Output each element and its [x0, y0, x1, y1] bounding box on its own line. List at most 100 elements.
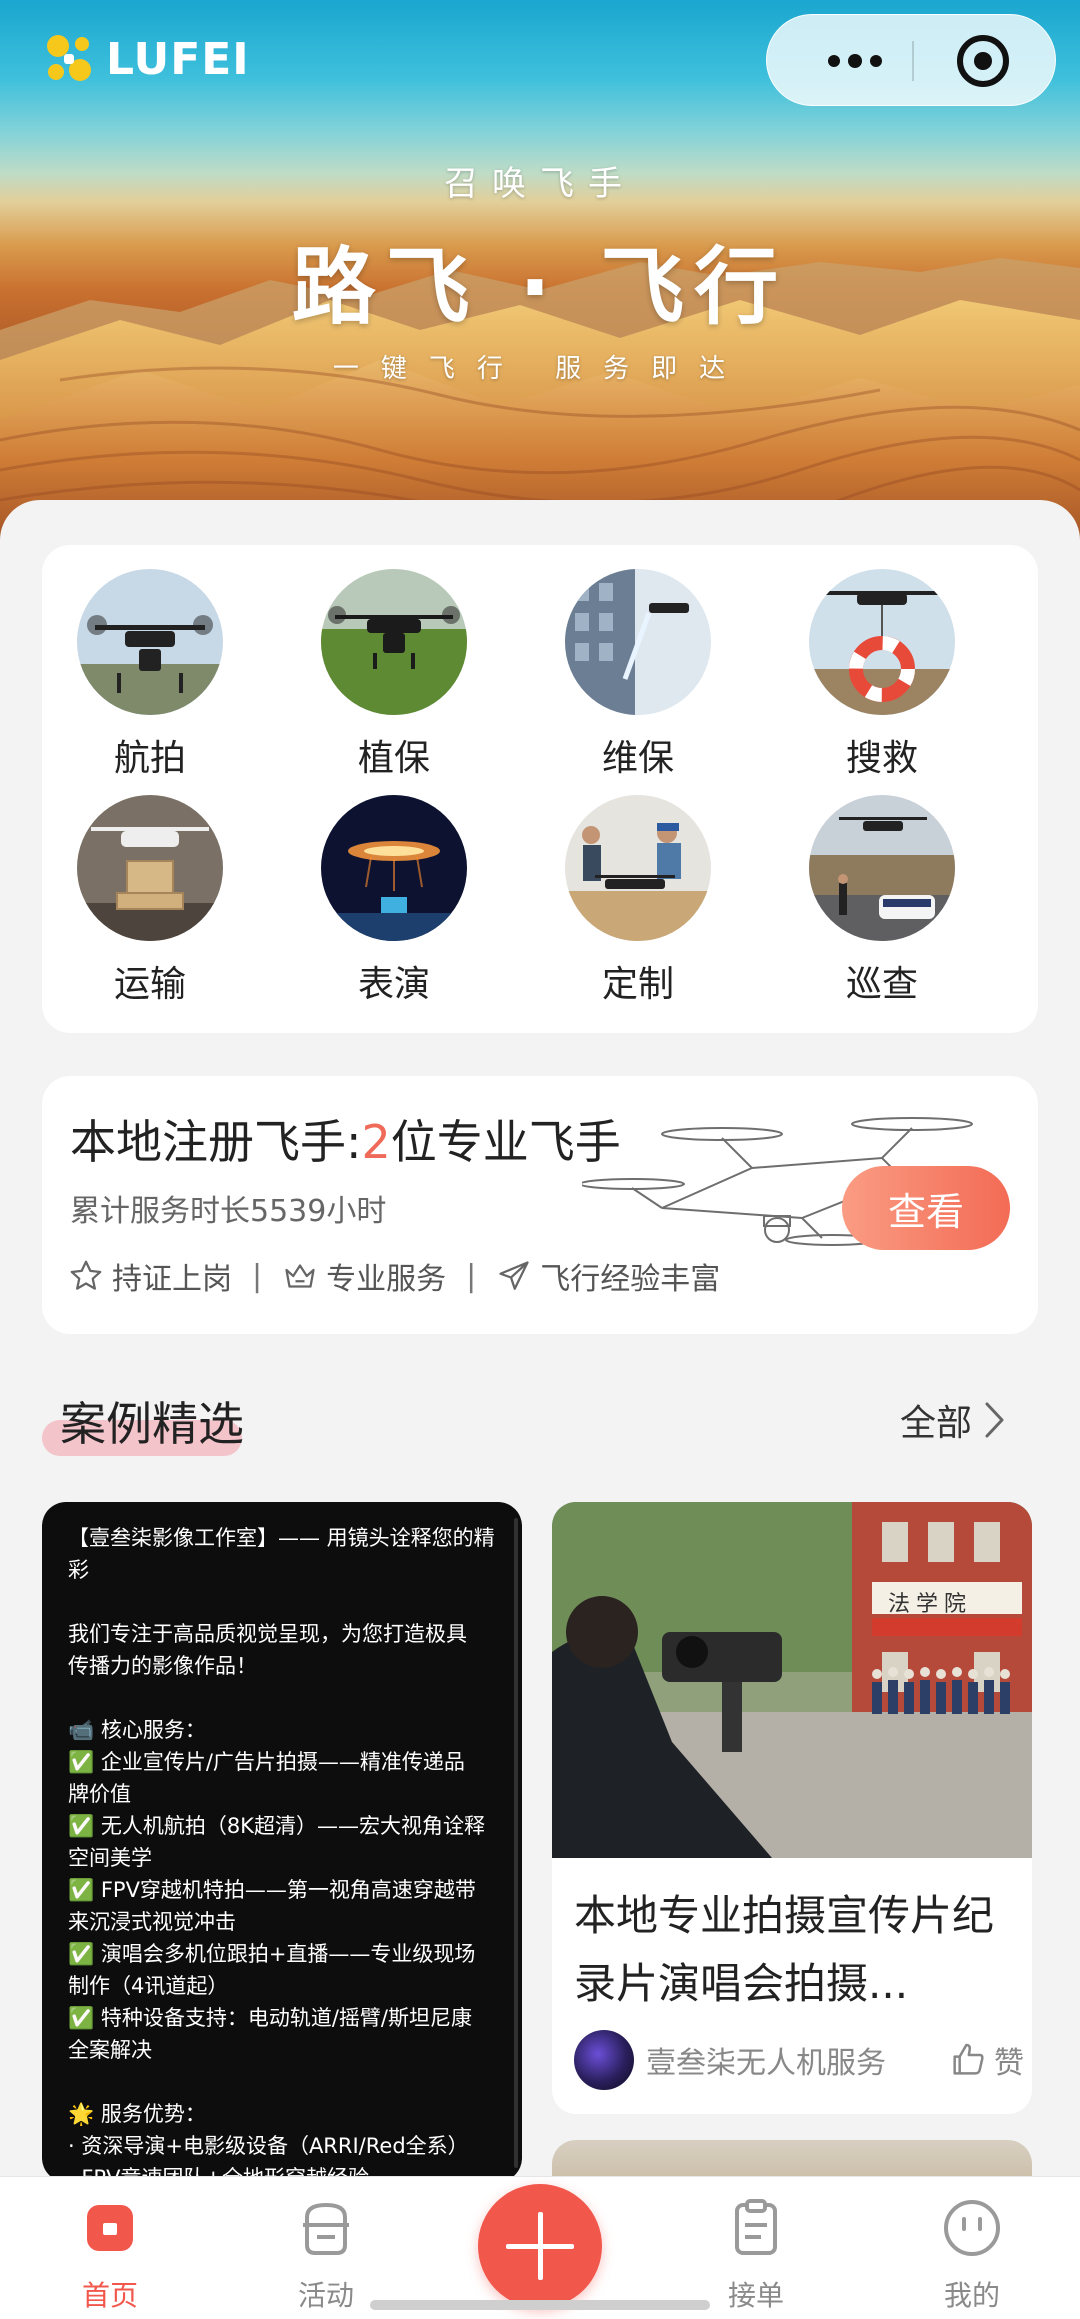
case-text-line-body: ✅ 演唱会多机位跟拍+直播——专业级现场 — [68, 1942, 476, 1966]
case-text-line: 来沉浸式视觉冲击 — [68, 1910, 236, 1934]
case-text-line: 制作（4讯道起） — [68, 1974, 229, 1998]
tag-professional: 专业服务 — [282, 1254, 446, 1298]
service-custom[interactable]: 定制 — [538, 795, 738, 1007]
service-label: 表演 — [357, 964, 430, 1005]
activity-bag-icon — [303, 2202, 349, 2255]
service-transport[interactable]: 运输 — [50, 795, 250, 1007]
miniprogram-capsule — [766, 14, 1056, 106]
crop-spraying-icon — [321, 569, 467, 715]
service-patrol[interactable]: 巡查 — [782, 795, 982, 1007]
service-search-rescue[interactable]: 搜救 — [782, 569, 982, 781]
hero-subtitle: 召唤飞手 — [444, 164, 636, 204]
service-crop-protection[interactable]: 植保 — [294, 569, 494, 781]
case-meta: 壹叁柒无人机服务 赞 — [574, 2030, 1024, 2090]
case-text-line: ✓✅ FPV穿越机特拍——第一视角高速穿越带 — [68, 1874, 496, 1906]
tag-certified: 持证上岗 — [68, 1254, 232, 1298]
service-hours-text: 累计服务时长5539小时 — [70, 1194, 387, 1229]
case-card-text: 【壹叁柒影像工作室】—— 用镜头诠释您的精彩我们专注于高品质视觉呈现，为您打造极… — [68, 1522, 496, 2182]
publish-add-button[interactable] — [478, 2184, 602, 2308]
logo-text: LUFEI — [106, 33, 250, 85]
service-label: 运输 — [113, 964, 186, 1005]
case-text-line: 空间美学 — [68, 1846, 152, 1870]
card-scroll-track — [514, 1518, 518, 2168]
like-button[interactable]: 赞 — [948, 2038, 1024, 2082]
view-pilots-button[interactable]: 查看 — [842, 1166, 1010, 1250]
service-grid: 航拍 植保 维保 搜救 运输 表演 定制 巡查 — [42, 545, 1038, 1033]
photo-sign-text: 法学院 — [888, 1592, 973, 1617]
service-maintenance[interactable]: 维保 — [538, 569, 738, 781]
custom-build-icon — [565, 795, 711, 941]
close-miniprogram-icon[interactable] — [957, 35, 1009, 87]
case-text-line-body: ✅ 企业宣传片/广告片拍摄——精准传递品 — [68, 1750, 465, 1774]
case-text-line — [68, 2066, 496, 2098]
service-label: 维保 — [601, 738, 674, 779]
tag-separator: | — [466, 1258, 477, 1294]
case-photo: 法学院 — [552, 1502, 1032, 1858]
tab-activity[interactable]: 活动 — [256, 2195, 396, 2314]
tab-label: 我的 — [943, 2279, 1000, 2312]
thumbs-up-icon — [953, 2043, 984, 2075]
tab-mine[interactable]: 我的 — [902, 2195, 1042, 2314]
service-label: 搜救 — [845, 738, 918, 779]
case-title: 本地专业拍摄宣传片纪录片演唱会拍摄... — [574, 1891, 995, 2008]
lufei-logo-icon — [47, 35, 91, 81]
see-all-label: 全部 — [900, 1403, 973, 1444]
home-indicator — [370, 2300, 710, 2310]
case-text-line: ✓✅ 企业宣传片/广告片拍摄——精准传递品 — [68, 1746, 496, 1778]
tag-separator: | — [252, 1258, 263, 1294]
author-avatar — [574, 2030, 634, 2090]
patrol-drone-icon — [809, 795, 955, 941]
case-text-line-body: ✅ 特种设备支持：电动轨道/摇臂/斯坦尼康 — [68, 2006, 472, 2030]
crown-icon — [285, 1264, 315, 1288]
case-text-line: · 资深导演+电影级设备（ARRI/Red全系） — [68, 2134, 469, 2158]
local-pilots-card[interactable]: 本地注册飞手:2位专业飞手 累计服务时长5539小时 查看 持证上岗 | 专业服… — [42, 1076, 1038, 1334]
clipboard-icon — [735, 2199, 777, 2255]
case-text-line — [68, 1682, 496, 1714]
hero-title: 路飞 · 飞行 — [291, 238, 789, 336]
more-options-button[interactable] — [807, 37, 903, 85]
service-label: 植保 — [357, 738, 430, 779]
section-title-cases: 案例精选 — [60, 1397, 244, 1451]
case-text-line-body: ✅ FPV穿越机特拍——第一视角高速穿越带 — [68, 1878, 476, 1902]
chevron-right-icon — [985, 1402, 1004, 1438]
pilot-count-headline: 本地注册飞手:2位专业飞手 — [70, 1106, 621, 1172]
case-card-studio-intro[interactable]: 【壹叁柒影像工作室】—— 用镜头诠释您的精彩我们专注于高品质视觉呈现，为您打造极… — [42, 1502, 522, 2182]
case-card-video-shoot[interactable]: 法学院 本地专业拍摄宣传片纪录片演唱会拍摄... 壹叁柒无人机服务 赞 — [552, 1502, 1032, 2114]
case-text-line: ✓✅ 无人机航拍（8K超清）——宏大视角诠释 — [68, 1810, 496, 1842]
tab-label: 首页 — [81, 2279, 138, 2312]
case-text-line: 📹 核心服务： — [68, 1718, 206, 1742]
drone-show-icon — [321, 795, 467, 941]
tab-home[interactable]: 首页 — [40, 2195, 180, 2314]
service-label: 航拍 — [113, 738, 186, 779]
case-text-line-body: ✅ 无人机航拍（8K超清）——宏大视角诠释 — [68, 1814, 485, 1838]
see-all-cases-link[interactable]: 全部 — [900, 1394, 1006, 1446]
lufei-logo: LUFEI — [40, 30, 250, 88]
case-text-line: 彩 — [68, 1558, 89, 1582]
case-text-line: ✓✅ 演唱会多机位跟拍+直播——专业级现场 — [68, 1938, 496, 1970]
case-text-line: 🌟 服务优势： — [68, 2102, 206, 2126]
tab-orders[interactable]: 接单 — [686, 2195, 826, 2314]
tag-label: 持证上岗 — [112, 1262, 232, 1297]
smiley-profile-icon — [944, 2200, 1000, 2256]
hero-slogan: 一键飞行 服务即达 — [332, 354, 748, 384]
service-label: 巡查 — [845, 964, 918, 1005]
hero-banner: LUFEI 召唤飞手 路飞 · 飞行 一键飞行 服务即达 — [0, 0, 1080, 560]
cargo-drone-icon — [77, 795, 223, 941]
pilot-tags: 持证上岗 | 专业服务 | 飞行经验丰富 — [68, 1254, 720, 1298]
case-text-line: 我们专注于高品质视觉呈现，为您打造极具 — [68, 1622, 467, 1646]
pilot-count-suffix: 位专业飞手 — [390, 1115, 621, 1169]
building-cleaning-icon — [565, 569, 711, 715]
author-name: 壹叁柒无人机服务 — [646, 2046, 886, 2081]
pilot-count-number: 2 — [361, 1115, 391, 1169]
case-text-line: ✓✅ 特种设备支持：电动轨道/摇臂/斯坦尼康 — [68, 2002, 496, 2034]
pilot-count-prefix: 本地注册飞手: — [70, 1115, 362, 1169]
capsule-divider — [912, 41, 914, 81]
tag-experienced: 飞行经验丰富 — [496, 1254, 720, 1298]
case-text-line — [68, 1586, 496, 1618]
case-text-line: 传播力的影像作品！ — [68, 1654, 257, 1678]
tag-label: 专业服务 — [326, 1262, 447, 1297]
service-performance[interactable]: 表演 — [294, 795, 494, 1007]
home-icon — [87, 2205, 133, 2251]
rescue-drone-icon — [809, 569, 955, 715]
service-aerial-photography[interactable]: 航拍 — [50, 569, 250, 781]
